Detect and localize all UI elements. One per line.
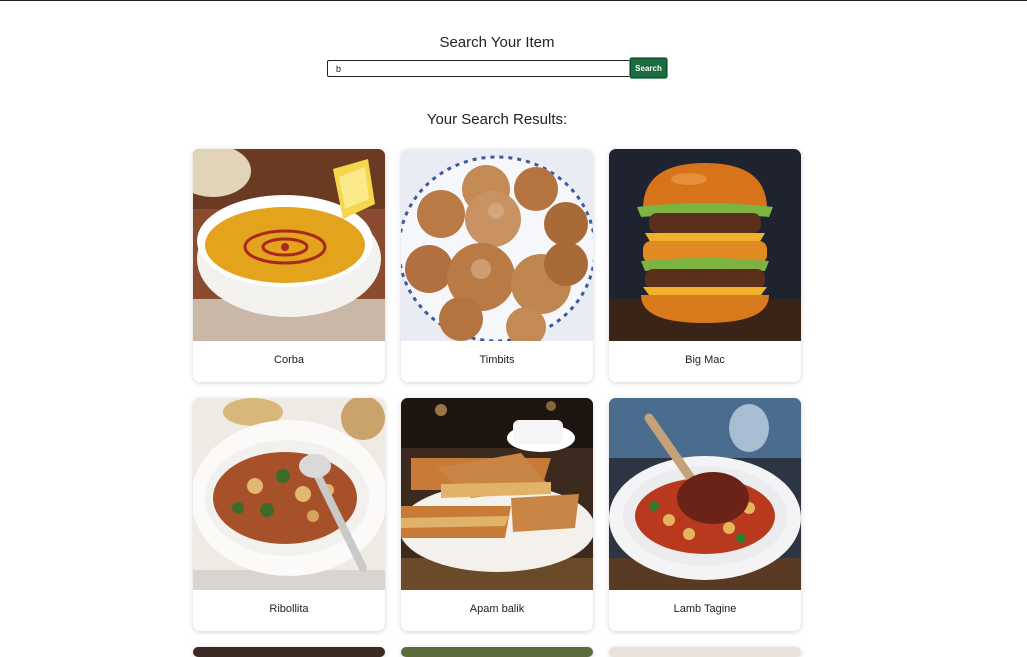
food-image (193, 149, 385, 341)
result-name: Corba (274, 354, 304, 366)
search-title: Search Your Item (439, 34, 555, 51)
results-title: Your Search Results: (426, 111, 568, 128)
result-name: Timbits (479, 354, 515, 366)
result-card-partial[interactable] (609, 647, 801, 657)
result-card-big-mac[interactable]: Big Mac (609, 149, 801, 382)
result-name: Lamb Tagine (673, 603, 737, 615)
result-card-corba[interactable]: Corba (193, 149, 385, 382)
top-border (0, 0, 1027, 1)
food-image (193, 398, 385, 590)
food-image (609, 398, 801, 590)
search-input[interactable] (327, 60, 633, 77)
food-image (609, 149, 801, 341)
result-name: Apam balik (469, 603, 525, 615)
food-image (401, 149, 593, 341)
food-image (401, 398, 593, 590)
result-card-apam-balik[interactable]: Apam balik (401, 398, 593, 631)
result-card-timbits[interactable]: Timbits (401, 149, 593, 382)
result-card-partial[interactable] (401, 647, 593, 657)
result-card-ribollita[interactable]: Ribollita (193, 398, 385, 631)
food-image (193, 647, 385, 657)
search-button[interactable]: Search (630, 58, 667, 78)
result-name: Ribollita (269, 603, 309, 615)
food-image (609, 647, 801, 657)
result-card-partial[interactable] (193, 647, 385, 657)
result-card-lamb-tagine[interactable]: Lamb Tagine (609, 398, 801, 631)
food-image (401, 647, 593, 657)
result-name: Big Mac (685, 354, 725, 366)
